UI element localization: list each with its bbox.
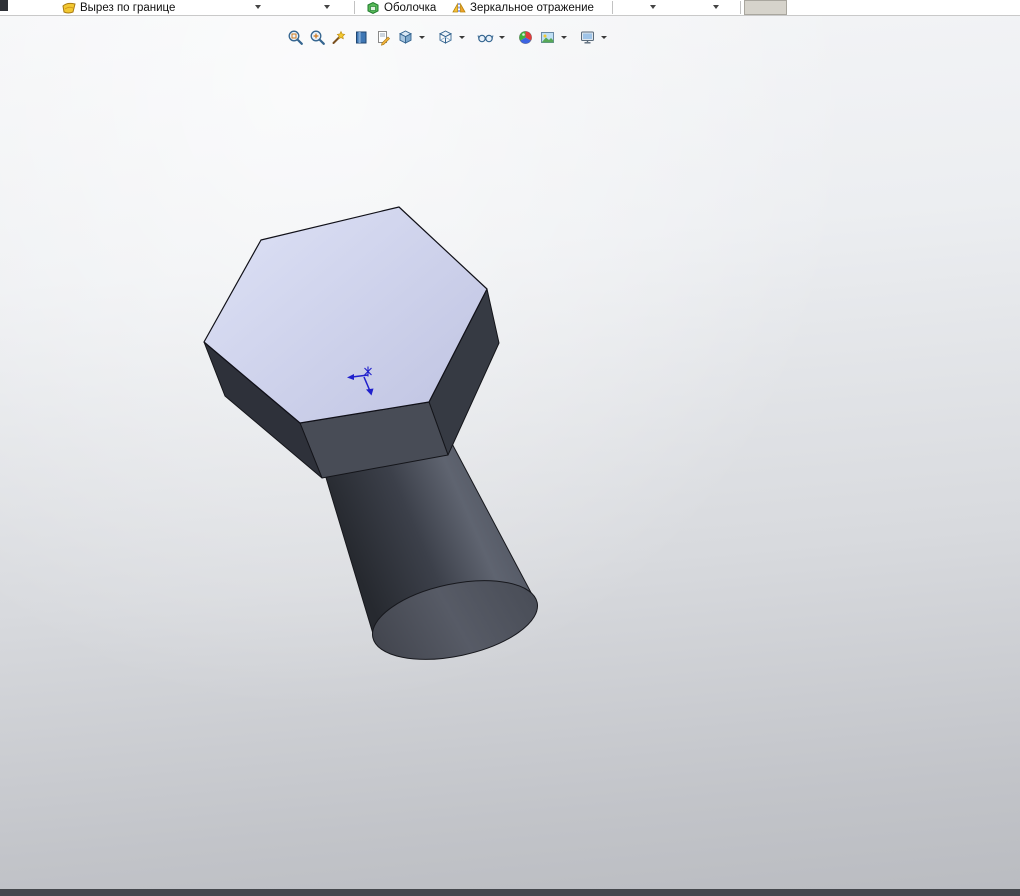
- command-ribbon: Вырез по границе Оболочка Зеркальное отр…: [0, 0, 1020, 16]
- hex-bolt-model[interactable]: [203, 206, 545, 673]
- boundary-cut-button[interactable]: Вырез по границе: [62, 0, 175, 15]
- bottom-edge-bar: [0, 889, 1020, 896]
- hud-gap: [469, 37, 473, 38]
- hud-gap: [509, 37, 513, 38]
- mirror-button[interactable]: Зеркальное отражение: [452, 0, 594, 15]
- annotation-view-icon[interactable]: [374, 28, 393, 47]
- shell-button[interactable]: Оболочка: [366, 0, 436, 15]
- previous-view-icon[interactable]: [330, 28, 349, 47]
- apply-scene-dropdown-arrow[interactable]: [561, 35, 567, 39]
- toolbar-separator: [740, 1, 741, 14]
- flyout-dropdown-arrow[interactable]: [650, 5, 656, 9]
- zoom-to-fit-icon[interactable]: [286, 28, 305, 47]
- hud-gap: [429, 37, 433, 38]
- heads-up-view-toolbar: [286, 27, 608, 47]
- hud-gap: [571, 37, 575, 38]
- boundary-cut-icon: [62, 1, 76, 15]
- mirror-label: Зеркальное отражение: [470, 1, 594, 14]
- zoom-to-area-icon[interactable]: [308, 28, 327, 47]
- shell-label: Оболочка: [384, 1, 437, 14]
- toolbar-separator: [612, 1, 613, 14]
- toolbar-separator: [354, 1, 355, 14]
- hide-show-items-icon[interactable]: [476, 28, 495, 47]
- flyout-dropdown-arrow[interactable]: [713, 5, 719, 9]
- model-scene: [203, 206, 545, 673]
- edit-appearance-icon[interactable]: [516, 28, 535, 47]
- display-style-icon[interactable]: [436, 28, 455, 47]
- view-orientation-icon[interactable]: [396, 28, 415, 47]
- ribbon-blank-button[interactable]: [744, 0, 787, 15]
- view-orientation-dropdown-arrow[interactable]: [419, 35, 425, 39]
- shell-icon: [366, 1, 380, 15]
- apply-scene-icon[interactable]: [538, 28, 557, 47]
- mirror-icon: [452, 1, 466, 15]
- boundary-cut-label: Вырез по границе: [80, 1, 176, 14]
- section-view-icon[interactable]: [352, 28, 371, 47]
- display-style-dropdown-arrow[interactable]: [459, 35, 465, 39]
- graphics-area[interactable]: [0, 16, 1020, 889]
- flyout-dropdown-arrow[interactable]: [255, 5, 261, 9]
- cropped-toolbar-fragment: [0, 0, 8, 11]
- view-settings-dropdown-arrow[interactable]: [601, 35, 607, 39]
- flyout-dropdown-arrow[interactable]: [324, 5, 330, 9]
- view-settings-icon[interactable]: [578, 28, 597, 47]
- hide-show-items-dropdown-arrow[interactable]: [499, 35, 505, 39]
